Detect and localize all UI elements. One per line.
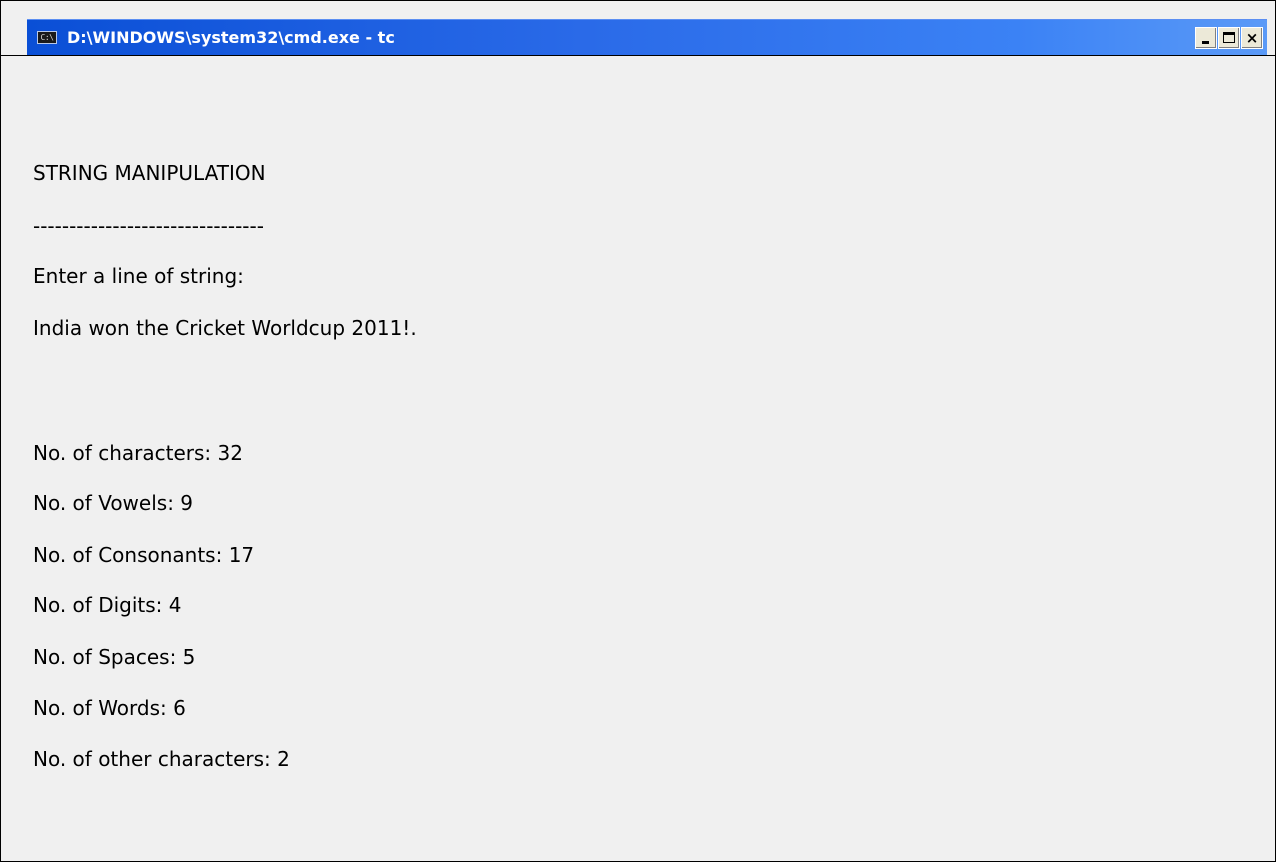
heading-underline: -------------------------------- [33, 214, 264, 238]
close-icon: × [1245, 29, 1259, 47]
entered-string: India won the Cricket Worldcup 2011!. [33, 316, 417, 340]
result-spaces: No. of Spaces: 5 [33, 645, 196, 669]
result-vowels: No. of Vowels: 9 [33, 491, 194, 515]
result-digits: No. of Digits: 4 [33, 593, 182, 617]
input-prompt: Enter a line of string: [33, 264, 244, 288]
console-output[interactable]: STRING MANIPULATION --------------------… [1, 55, 1275, 849]
window-title: D:\WINDOWS\system32\cmd.exe - tc [67, 28, 395, 47]
result-words: No. of Words: 6 [33, 696, 186, 720]
console-window: C:\ D:\WINDOWS\system32\cmd.exe - tc × S… [0, 0, 1276, 862]
result-consonants: No. of Consonants: 17 [33, 543, 255, 567]
title-bar[interactable]: C:\ D:\WINDOWS\system32\cmd.exe - tc × [27, 19, 1267, 55]
cmd-icon[interactable]: C:\ [37, 31, 57, 44]
minimize-button[interactable] [1195, 27, 1217, 49]
result-other-characters: No. of other characters: 2 [33, 747, 290, 771]
maximize-button[interactable] [1218, 27, 1240, 49]
result-characters: No. of characters: 32 [33, 441, 243, 465]
close-button[interactable]: × [1241, 27, 1263, 49]
program-heading: STRING MANIPULATION [33, 161, 266, 185]
